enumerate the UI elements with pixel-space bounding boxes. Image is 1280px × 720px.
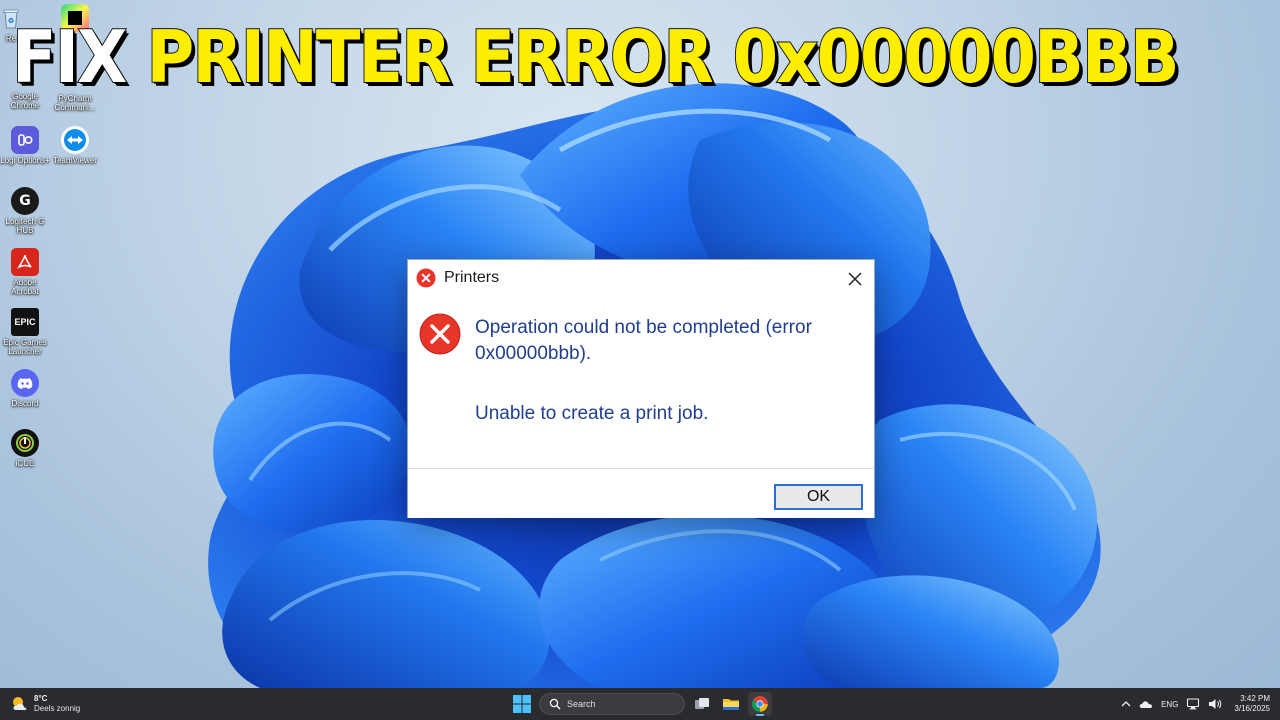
taskbar-task-view[interactable] [690, 692, 714, 716]
weather-widget[interactable]: 8°C Deels zonnig [10, 692, 80, 716]
search-placeholder: Search [567, 699, 596, 709]
printers-error-dialog: Printers Operation could not be complete… [408, 260, 874, 518]
error-icon [416, 268, 436, 288]
weather-temperature: 8°C [34, 694, 48, 703]
taskbar-clock[interactable]: 3:42 PM 3/16/2025 [1234, 694, 1270, 714]
tray-network[interactable] [1186, 698, 1200, 710]
dialog-titlebar[interactable]: Printers [408, 260, 874, 298]
desktop-icon-logi-options[interactable]: Logi Options+ [0, 126, 50, 165]
folder-icon [723, 699, 739, 710]
desktop-icon-label: iCUE [15, 459, 35, 468]
desktop-icon-label: Logi Options+ [0, 156, 50, 165]
desktop-icon-discord[interactable]: Discord [0, 369, 50, 408]
task-view-icon [695, 698, 709, 709]
ok-button[interactable]: OK [774, 484, 863, 510]
headline-fix: FIX [11, 14, 128, 100]
close-icon [848, 272, 862, 286]
dialog-footer: OK [408, 468, 874, 518]
speaker-icon [1209, 699, 1222, 709]
desktop-icon-label: Adobe Acrobat [11, 278, 39, 296]
teamviewer-icon [61, 126, 89, 154]
clock-date: 3/16/2025 [1234, 704, 1270, 713]
clock-time: 3:42 PM [1240, 694, 1270, 703]
close-button[interactable] [840, 264, 870, 294]
tray-overflow[interactable] [1121, 700, 1131, 708]
desktop-icon-epic-games[interactable]: EPIC Epic Games Launcher [0, 308, 50, 356]
taskbar-file-explorer[interactable] [719, 692, 743, 716]
error-icon-large [419, 313, 461, 355]
start-button[interactable] [512, 694, 532, 714]
desktop-icon-logitech-g-hub[interactable]: G Logitech G HUB [0, 187, 50, 235]
taskbar-search[interactable]: Search [539, 693, 685, 715]
desktop-icon-label: Epic Games Launcher [3, 338, 47, 356]
dialog-message: Operation could not be completed (error … [475, 317, 812, 364]
tray-language[interactable]: ENG [1161, 700, 1178, 709]
network-icon [1187, 698, 1200, 710]
desktop-icon-label: Discord [11, 399, 39, 408]
chevron-up-icon [1121, 701, 1131, 707]
dialog-title: Printers [444, 269, 500, 286]
tray-onedrive[interactable] [1139, 699, 1153, 709]
desktop-icon-label: TeamViewer [53, 156, 97, 165]
epic-games-icon: EPIC [11, 308, 39, 336]
search-icon [549, 698, 561, 710]
chrome-icon [752, 696, 768, 712]
desktop: ♻ Re Google Chrome PyCharm Communi... Lo… [0, 0, 1280, 720]
desktop-icon-acrobat[interactable]: Adobe Acrobat [0, 248, 50, 296]
desktop-icon-teamviewer[interactable]: TeamViewer [50, 126, 100, 165]
discord-icon [11, 369, 39, 397]
logitech-g-hub-icon: G [11, 187, 39, 215]
partly-sunny-icon [13, 697, 27, 710]
headline-error-code: PRINTER ERROR 0x00000BBB [146, 14, 1181, 100]
icue-icon [11, 429, 39, 457]
windows-logo-icon [513, 695, 531, 713]
weather-description: Deels zonnig [34, 704, 81, 713]
tray-volume[interactable] [1208, 698, 1222, 710]
system-tray: ENG 3:42 PM 3/16/2025 [1113, 688, 1270, 720]
dialog-detail: Unable to create a print job. [475, 403, 709, 424]
taskbar: 8°C Deels zonnig Search ENG 3:42 PM 3/16… [0, 688, 1280, 720]
acrobat-icon [11, 248, 39, 276]
cloud-icon [1139, 701, 1153, 708]
headline: FIX PRINTER ERROR 0x00000BBB [11, 14, 1180, 100]
taskbar-chrome[interactable] [748, 692, 772, 716]
logi-options-icon [11, 126, 39, 154]
desktop-icon-icue[interactable]: iCUE [0, 429, 50, 468]
epic-games-glyph: EPIC [14, 316, 36, 327]
desktop-icon-label: Logitech G HUB [5, 217, 45, 235]
weather-text: 8°C Deels zonnig [34, 694, 80, 714]
